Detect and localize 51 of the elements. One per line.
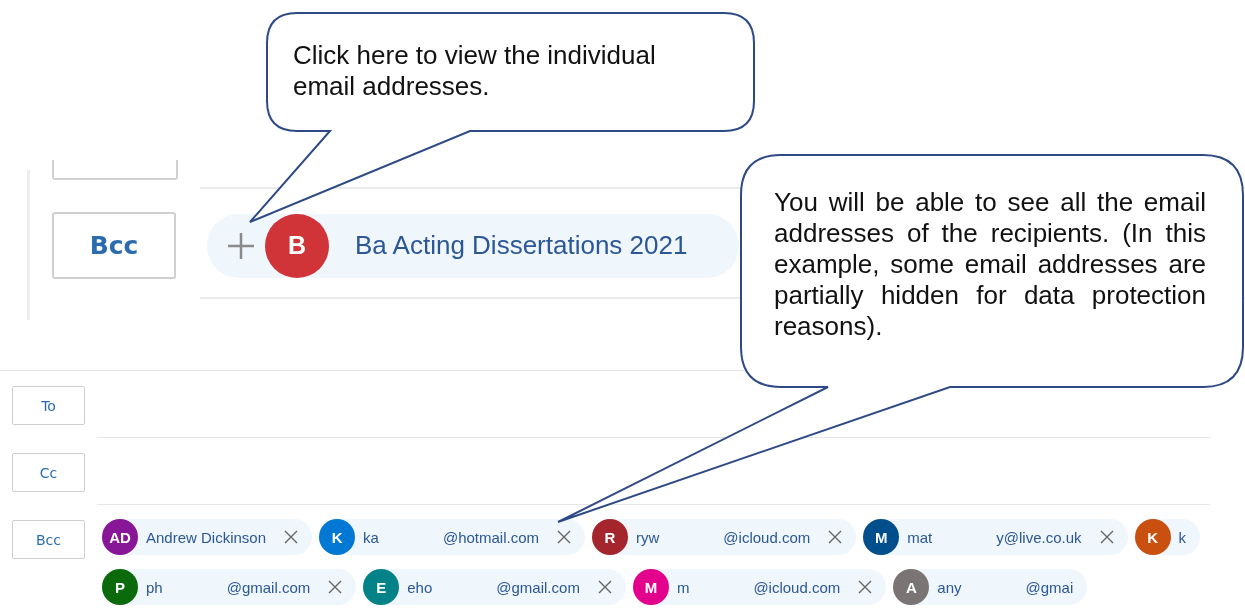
close-icon[interactable] bbox=[597, 580, 612, 594]
avatar: M bbox=[632, 569, 669, 605]
recipient-chip[interactable]: M mat y@live.co.uk bbox=[863, 519, 1128, 555]
close-icon[interactable] bbox=[328, 580, 343, 594]
avatar: R bbox=[592, 519, 628, 555]
recipient-text: @gmai bbox=[1025, 578, 1074, 596]
avatar: M bbox=[863, 519, 900, 555]
close-icon[interactable] bbox=[828, 530, 843, 544]
group-chip[interactable]: B Ba Acting Dissertations 2021 bbox=[207, 213, 739, 278]
recipient-text: any bbox=[937, 578, 962, 596]
recipient-text: @icloud.com bbox=[753, 578, 841, 596]
avatar: A bbox=[893, 569, 930, 605]
close-icon[interactable] bbox=[858, 580, 873, 594]
close-icon[interactable] bbox=[284, 530, 299, 544]
avatar: K bbox=[1134, 519, 1171, 555]
recipient-text: eho bbox=[407, 578, 433, 596]
recipient-chip[interactable]: K k bbox=[1134, 519, 1201, 555]
recipient-chip[interactable]: R ryw @icloud.com bbox=[592, 519, 857, 555]
field-label-button[interactable]: Cc bbox=[12, 453, 85, 492]
recipient-chip[interactable]: M m @icloud.com bbox=[632, 569, 887, 605]
avatar: K bbox=[319, 519, 356, 555]
recipient-chip[interactable]: A any @gmai bbox=[893, 569, 1088, 605]
recipient-text: Andrew Dickinson bbox=[146, 528, 267, 546]
close-icon[interactable] bbox=[1099, 530, 1114, 544]
group-name: Ba Acting Dissertations 2021 bbox=[355, 230, 688, 261]
callout-text: Click here to view the individual email addresses. bbox=[293, 40, 657, 102]
avatar: P bbox=[102, 569, 138, 605]
recipient-text: @gmail.com bbox=[226, 578, 311, 596]
recipient-chip[interactable]: K ka @hotmail.com bbox=[319, 519, 585, 555]
bcc-button[interactable]: Bcc bbox=[52, 212, 176, 279]
recipient-text: ph bbox=[146, 578, 163, 596]
avatar: E bbox=[363, 569, 400, 605]
recipient-text: k bbox=[1178, 528, 1187, 546]
recipient-chip[interactable]: P ph @gmail.com bbox=[102, 569, 357, 605]
recipient-chip[interactable]: E eho @gmail.com bbox=[363, 569, 626, 605]
avatar: AD bbox=[102, 519, 138, 555]
avatar: B bbox=[265, 213, 329, 278]
recipient-chip[interactable]: AD Andrew Dickinson bbox=[102, 519, 313, 555]
recipient-text: y@live.co.uk bbox=[996, 528, 1082, 546]
recipient-text: m bbox=[676, 578, 690, 596]
field-label-button[interactable]: To bbox=[12, 386, 85, 425]
recipient-text: ka bbox=[363, 528, 379, 546]
recipient-text: ryw bbox=[636, 528, 660, 546]
field-label-button[interactable]: Bcc bbox=[12, 520, 85, 559]
recipient-text: @icloud.com bbox=[723, 528, 811, 546]
callout-text: You will be able to see all the email addresses of the recipients. (In this example, some email addresses are partially hidden for data protection reasons). bbox=[774, 187, 1206, 342]
recipient-text: mat bbox=[907, 528, 933, 546]
recipient-text: @gmail.com bbox=[496, 578, 580, 596]
close-icon[interactable] bbox=[557, 530, 571, 544]
recipient-text: @hotmail.com bbox=[442, 528, 539, 546]
expand-plus-icon[interactable] bbox=[227, 231, 255, 260]
